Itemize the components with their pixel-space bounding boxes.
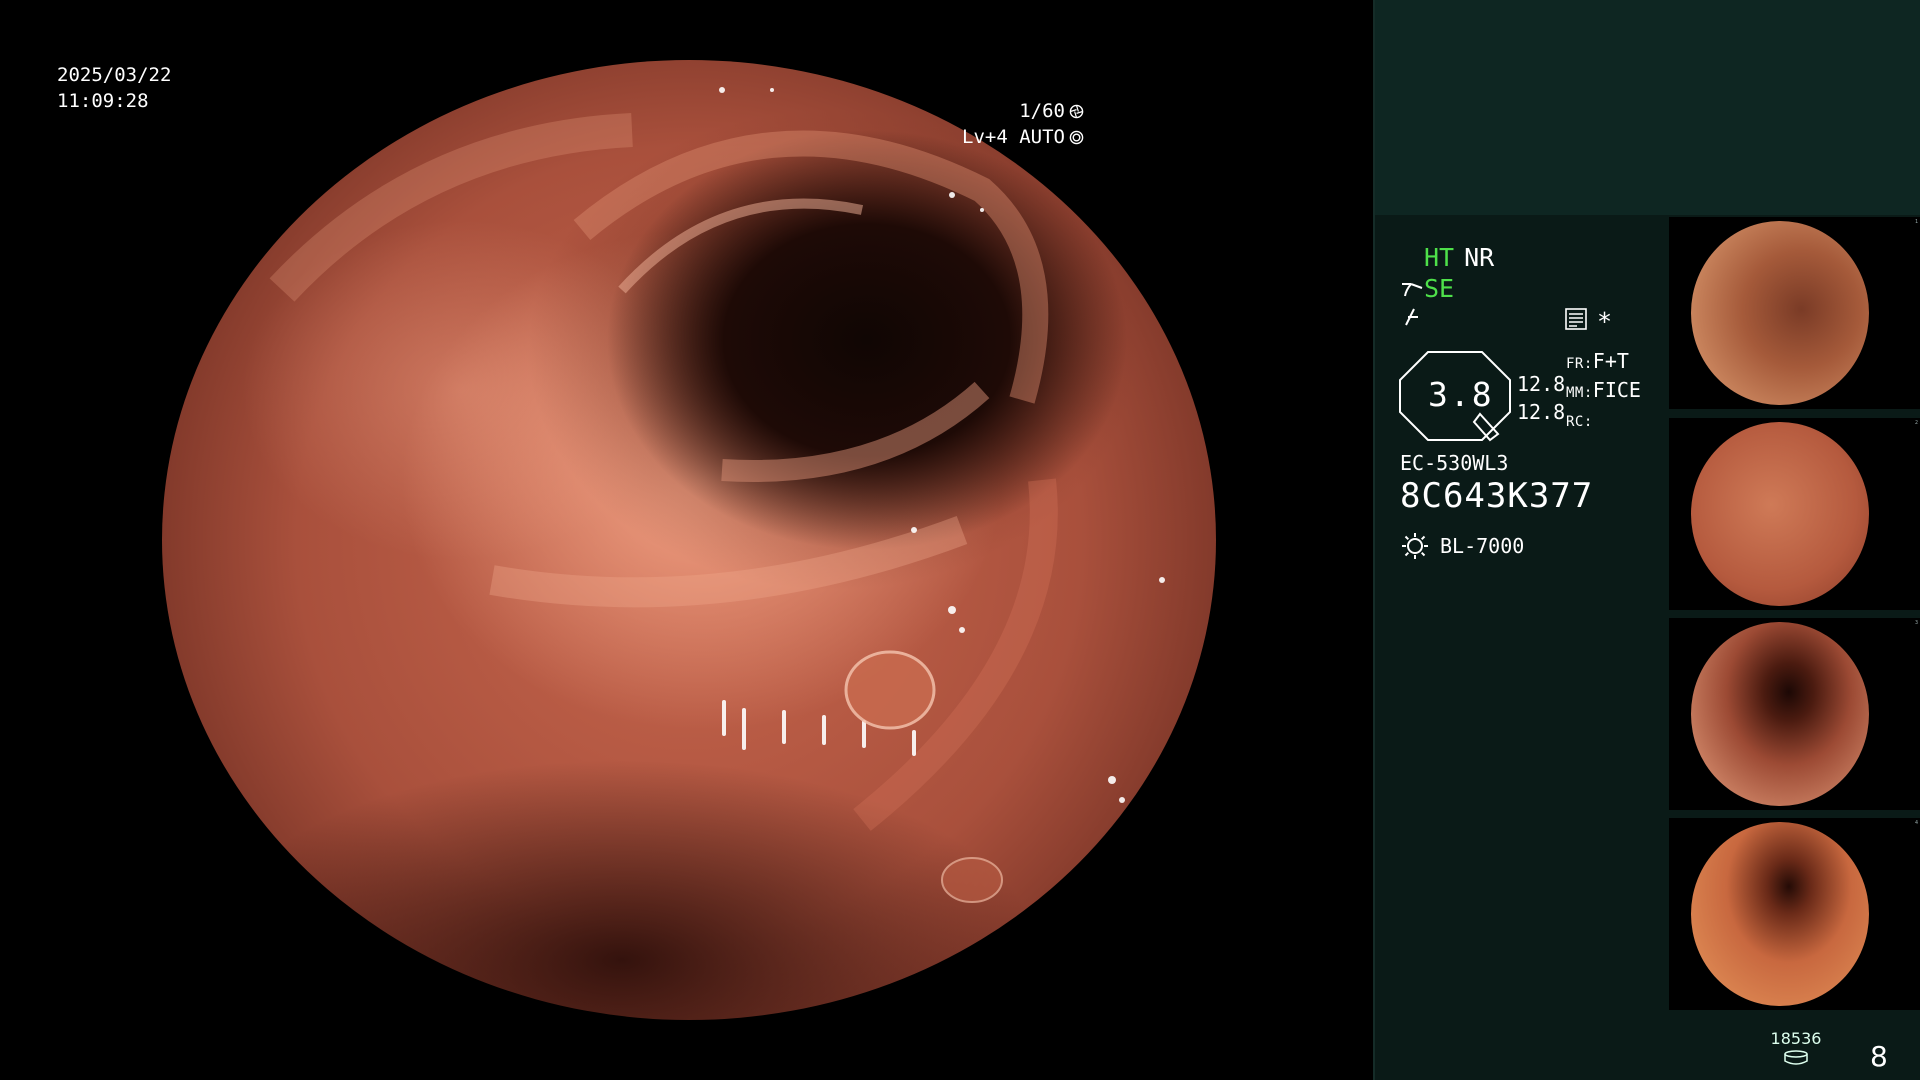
thumbnail-image: [1691, 622, 1869, 806]
lamp-icon: [1402, 533, 1428, 559]
thumbnail-image: [1691, 822, 1869, 1006]
storage-drive-icon: [1784, 1050, 1808, 1065]
capture-thumbnail[interactable]: 4: [1669, 818, 1920, 1010]
scope-angle-icon: [1402, 283, 1423, 297]
structure-enhance-row: SE: [1400, 274, 1454, 304]
thumbnail-index: 1: [1914, 219, 1918, 225]
brightness-level-text: Lv+4 AUTO: [962, 126, 1065, 148]
scope-model: EC-530WL3: [1400, 451, 1509, 475]
mm-value: FICE: [1592, 378, 1641, 402]
light-source-model: BL-7000: [1440, 534, 1525, 558]
iris-value: 3.8: [1428, 375, 1494, 414]
exposure-readout: 1/60 Lv+4 AUTO: [962, 98, 1084, 150]
fr-value: F+T: [1592, 349, 1629, 373]
thumbnail-image: [1691, 422, 1869, 606]
mode-settings: FR:F+T MM:FICE RC:: [1566, 348, 1641, 435]
fr-label: FR:: [1566, 356, 1593, 372]
list-menu-icon: [1565, 308, 1587, 330]
thumbnail-index: 2: [1914, 420, 1918, 426]
thumbnail-index: 3: [1914, 620, 1918, 626]
auto-ring-icon: [1069, 130, 1084, 144]
capture-thumbnail[interactable]: 3: [1669, 618, 1920, 810]
capture-thumbnail[interactable]: 1: [1669, 217, 1920, 409]
aperture-icon: [1069, 104, 1084, 118]
info-panel-header: [1375, 0, 1920, 215]
scope-serial: 8C643K377: [1400, 476, 1594, 516]
filter-row: [1400, 305, 1422, 336]
rc-label: RC:: [1566, 414, 1593, 430]
gain-value-1: 12.8: [1517, 372, 1566, 396]
mucosa-folds: [269, 87, 1165, 903]
light-source-row: BL-7000: [1400, 531, 1524, 561]
enhancement-status: HT NR: [1424, 243, 1494, 273]
storage-count: 18536: [1770, 1029, 1822, 1048]
star-marker: *: [1597, 307, 1613, 336]
se-indicator: SE: [1424, 274, 1455, 303]
thumbnail-image: [1691, 221, 1869, 405]
date-text: 2025/03/22: [57, 64, 172, 86]
gain-value-2: 12.8: [1517, 400, 1566, 424]
filter-icon: [1405, 308, 1418, 326]
mm-label: MM:: [1566, 385, 1593, 401]
capture-thumbnail[interactable]: 2: [1669, 418, 1920, 610]
date-time-readout: 2025/03/22 11:09:28: [57, 62, 171, 114]
gain-values: 12.8 12.8: [1517, 370, 1565, 426]
nr-indicator: NR: [1464, 243, 1495, 272]
shutter-speed-text: 1/60: [1019, 100, 1065, 122]
ht-indicator: HT: [1424, 243, 1455, 272]
capture-count: 8: [1870, 1040, 1888, 1073]
thumbnail-index: 4: [1914, 820, 1918, 826]
endoscope-live-view: [162, 60, 1216, 1020]
storage-counter: 18536: [1766, 1030, 1826, 1066]
time-text: 11:09:28: [57, 90, 149, 112]
